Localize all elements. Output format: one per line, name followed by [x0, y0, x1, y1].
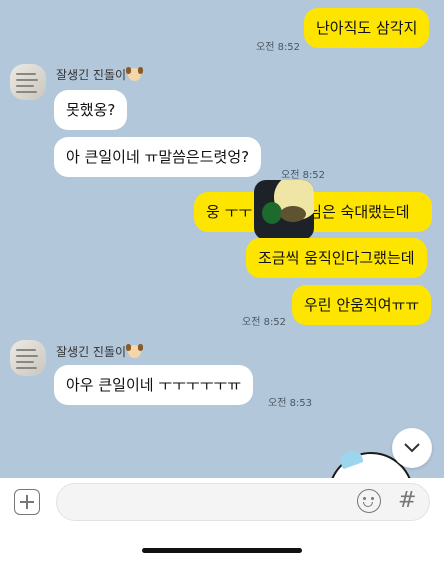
message-time: 오전 8:53 [268, 398, 313, 409]
message-time: 오전 8:52 [281, 170, 326, 181]
sticker-emoticon[interactable] [254, 180, 314, 240]
sender-name-text: 잘생긴 진돌이 [56, 345, 127, 359]
sender-name: 잘생긴 진돌이 [56, 343, 144, 360]
avatar[interactable] [10, 340, 46, 376]
sender-name-text: 잘생긴 진돌이 [56, 68, 127, 82]
chat-area[interactable]: 난아직도 삼각지 오전 8:52 잘생긴 진돌이 못했옹? 아 큰일이네 ㅠ말씀… [0, 0, 444, 478]
hashtag-icon[interactable]: # [398, 487, 416, 515]
puppy-emoji-icon [126, 344, 144, 358]
home-indicator [142, 548, 302, 553]
message-bubble[interactable]: 우린 안움직여ㅠㅠ [292, 285, 432, 325]
message-text-left: 웅 ㅜㅜ [206, 203, 253, 221]
puppy-emoji-icon [126, 67, 144, 81]
emoji-icon[interactable] [357, 489, 381, 513]
plus-icon[interactable] [14, 489, 40, 515]
message-bubble[interactable]: 못했옹? [54, 90, 128, 130]
scroll-down-button[interactable] [392, 428, 432, 468]
chevron-down-icon [404, 443, 420, 453]
message-bubble[interactable]: 아우 큰일이네 ㅜㅜㅜㅜㅜㅠ [54, 365, 254, 405]
message-time: 오전 8:52 [242, 317, 287, 328]
message-bubble[interactable]: 조금씩 움직인다그랬는데 [246, 238, 427, 278]
avatar[interactable] [10, 64, 46, 100]
message-bubble[interactable]: 난아직도 삼각지 [304, 8, 430, 48]
message-text-right: 님은 숙대랬는데 [308, 203, 410, 221]
message-bubble[interactable]: 아 큰일이네 ㅠ말씀은드렷엉? [54, 137, 262, 177]
message-time: 오전 8:52 [256, 42, 301, 53]
sender-name: 잘생긴 진돌이 [56, 66, 144, 83]
